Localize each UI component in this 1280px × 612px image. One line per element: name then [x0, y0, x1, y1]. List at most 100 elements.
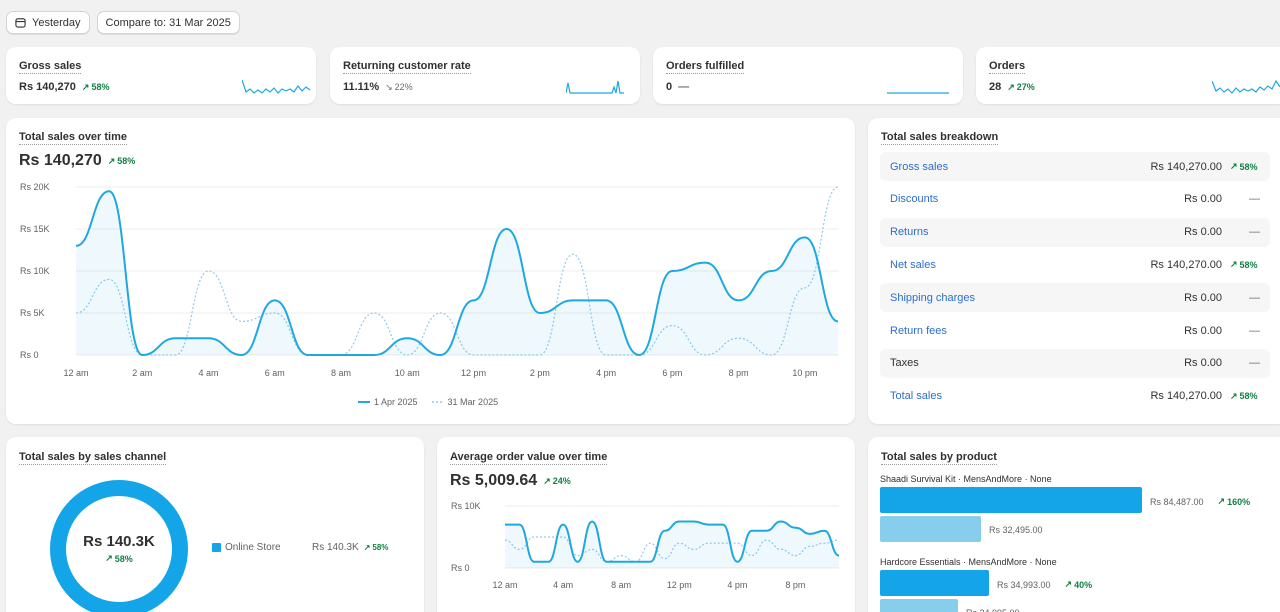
x-tick-label: 12 am — [63, 368, 88, 378]
kpi-delta-value: 22% — [394, 82, 413, 92]
product-name: Hardcore Essentials · MensAndMore · None — [880, 557, 1057, 567]
channel-name: Online Store — [225, 542, 281, 553]
kpi-sparkline — [566, 80, 624, 94]
compare-button[interactable]: Compare to: 31 Mar 2025 — [96, 11, 240, 34]
breakdown-amount: Rs 0.00 — [1184, 357, 1222, 370]
kpi-delta: ↗ 58% — [82, 82, 110, 93]
donut-delta-value: 58% — [114, 553, 133, 564]
breakdown-row[interactable]: Net sales Rs 140,270.00 ↗ 58% — [880, 250, 1270, 279]
breakdown-amount: Rs 0.00 — [1184, 226, 1222, 239]
x-tick-label: 4 am — [199, 368, 219, 378]
aov-delta: ↗ 24% — [543, 476, 571, 487]
breakdown-amount: Rs 0.00 — [1184, 324, 1222, 337]
arrow-up-icon: ↗ — [105, 553, 113, 563]
breakdown-row[interactable]: Returns Rs 0.00 — — [880, 217, 1270, 247]
x-tick-label: 6 pm — [662, 368, 682, 378]
kpi-value: 0 — [666, 81, 673, 93]
breakdown-label[interactable]: Return fees — [890, 325, 1184, 337]
breakdown-label[interactable]: Net sales — [890, 259, 1150, 271]
product-current-label: Rs 84,487.00 ↗ 160% — [1150, 496, 1250, 507]
breakdown-delta-value: 58% — [1239, 391, 1258, 402]
arrow-up-icon: ↗ — [543, 475, 551, 486]
kpi-delta-value: 27% — [1016, 82, 1035, 92]
kpi-value: Rs 140,270 — [19, 81, 76, 93]
legend-label: 31 Mar 2025 — [447, 397, 499, 407]
kpi-value: 11.11% — [343, 81, 380, 93]
product-current-value: Rs 34,993.00 — [997, 579, 1051, 590]
aov-card: Average order value over time Rs 5,009.6… — [437, 437, 855, 612]
breakdown-amount: Rs 0.00 — [1184, 291, 1222, 304]
breakdown-label[interactable]: Discounts — [890, 193, 1184, 205]
breakdown-row[interactable]: Gross sales Rs 140,270.00 ↗ 58% — [880, 152, 1270, 181]
y-tick-label: Rs 10K — [451, 501, 481, 511]
breakdown-delta: ↗ 58% — [1230, 161, 1260, 172]
x-tick-label: 8 pm — [729, 368, 749, 378]
x-tick-label: 4 am — [553, 580, 573, 590]
card-title: Total sales by product — [881, 451, 997, 465]
breakdown-row[interactable]: Total sales Rs 140,270.00 ↗ 58% — [880, 382, 1270, 411]
arrow-up-icon: ↗ — [1064, 579, 1073, 589]
breakdown-label[interactable]: Total sales — [890, 390, 1150, 402]
card-title: Total sales breakdown — [881, 131, 999, 145]
breakdown-label[interactable]: Returns — [890, 226, 1184, 238]
channel-value: Rs 140.3K — [312, 542, 359, 553]
breakdown-label[interactable]: Shipping charges — [890, 292, 1184, 304]
y-tick-label: Rs 10K — [20, 266, 50, 276]
product-bar-current[interactable] — [880, 487, 1142, 513]
breakdown-delta: ↗ 58% — [1230, 259, 1260, 270]
breakdown-label[interactable]: Gross sales — [890, 161, 1150, 173]
sales-total-delta-value: 58% — [117, 156, 136, 166]
legend-item-previous[interactable]: 31 Mar 2025 — [431, 397, 499, 407]
x-tick-label: 2 am — [132, 368, 152, 378]
arrow-up-icon: ↗ — [1230, 390, 1238, 401]
channel-delta-value: 58% — [372, 543, 389, 552]
legend-item-current[interactable]: 1 Apr 2025 — [358, 397, 418, 407]
x-tick-label: 12 pm — [667, 580, 692, 590]
kpi-title: Orders — [989, 60, 1026, 74]
sales-total-delta: ↗ 58% — [108, 156, 136, 167]
x-tick-label: 8 am — [331, 368, 351, 378]
breakdown-row: Taxes Rs 0.00 — — [880, 348, 1270, 378]
x-tick-label: 12 pm — [461, 368, 486, 378]
kpi-delta: — — [678, 81, 690, 93]
breakdown-row[interactable]: Discounts Rs 0.00 — — [880, 185, 1270, 214]
kpi-card-orders-fulfilled[interactable]: Orders fulfilled 0 — — [653, 47, 963, 104]
kpi-card-orders[interactable]: Orders 28 ↗ 27% — [976, 47, 1280, 104]
aov-line-chart[interactable]: Rs 0 Rs 10K 12 am 4 am 8 am 12 pm 4 pm 8 pm — [437, 495, 855, 595]
kpi-sparkline — [1212, 79, 1280, 94]
product-name: Shaadi Survival Kit · MensAndMore · None — [880, 474, 1052, 484]
date-range-button[interactable]: Yesterday — [6, 11, 90, 34]
product-previous-value: Rs 24,995.00 — [966, 608, 1020, 612]
arrow-up-icon: ↗ — [1217, 496, 1226, 506]
breakdown-row[interactable]: Return fees Rs 0.00 — — [880, 316, 1270, 345]
breakdown-row[interactable]: Shipping charges Rs 0.00 — — [880, 283, 1270, 313]
kpi-sparkline — [242, 79, 311, 94]
breakdown-delta: — — [1230, 357, 1260, 369]
kpi-delta-value: 58% — [91, 82, 110, 92]
x-tick-label: 10 am — [395, 368, 420, 378]
arrow-up-icon: ↗ — [81, 81, 90, 92]
kpi-sparkline — [887, 92, 949, 94]
breakdown-delta-value: — — [1249, 226, 1260, 239]
y-tick-label: Rs 20K — [20, 182, 50, 192]
kpi-card-returning-rate[interactable]: Returning customer rate 11.11% ↘ 22% — [330, 47, 640, 104]
y-tick-label: Rs 5K — [20, 308, 45, 318]
kpi-title: Returning customer rate — [343, 60, 471, 74]
channel-legend-item[interactable]: Online Store — [212, 542, 281, 553]
product-bar-previous[interactable] — [880, 516, 981, 542]
card-title: Total sales over time — [19, 131, 128, 145]
compare-label: Compare to: 31 Mar 2025 — [105, 16, 231, 29]
breakdown-delta-value: — — [1249, 193, 1260, 206]
product-previous-value: Rs 32,495.00 — [989, 525, 1043, 535]
product-bar-previous[interactable] — [880, 599, 958, 612]
card-title: Average order value over time — [450, 451, 608, 465]
product-delta-value: 160% — [1227, 496, 1251, 507]
kpi-title: Gross sales — [19, 60, 82, 74]
sales-line-chart[interactable]: Rs 0 Rs 5K Rs 10K Rs 15K Rs 20K 12 am 2 am 4 am… — [6, 174, 855, 384]
card-title: Total sales by sales channel — [19, 451, 167, 465]
product-bar-current[interactable] — [880, 570, 989, 596]
kpi-value: 28 — [989, 81, 1002, 93]
breakdown-delta: — — [1230, 325, 1260, 337]
x-tick-label: 8 pm — [785, 580, 805, 590]
kpi-card-gross-sales[interactable]: Gross sales Rs 140,270 ↗ 58% — [6, 47, 316, 104]
